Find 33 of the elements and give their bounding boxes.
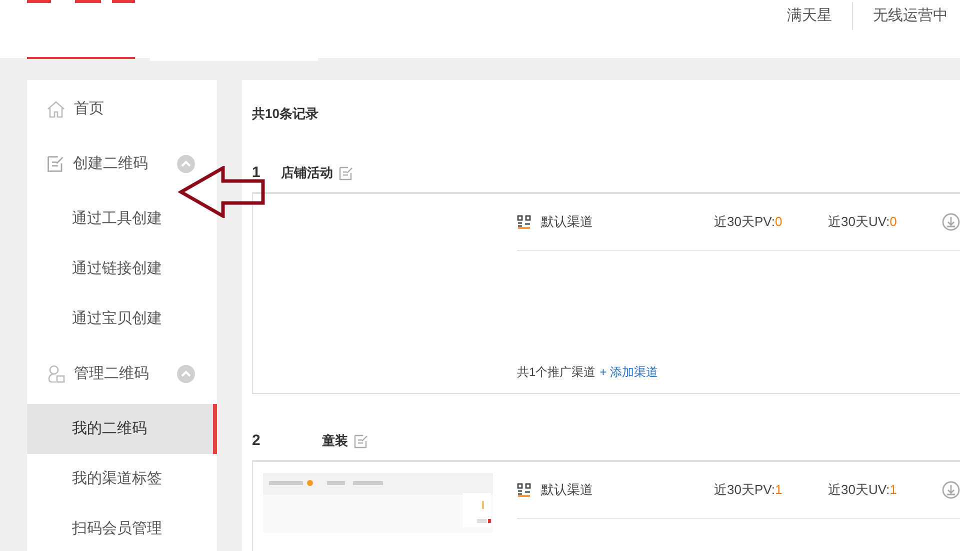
- submenu-item[interactable]: 通过工具创建: [27, 194, 217, 244]
- document-icon: [47, 155, 64, 173]
- user-icon: [47, 365, 65, 383]
- submenu-item[interactable]: 我的二维码: [27, 404, 217, 454]
- record-name: 店铺活动: [281, 164, 333, 182]
- channel-name: 默认渠道: [541, 213, 594, 232]
- record-count: 共10条记录: [252, 105, 320, 123]
- qr-code-icon: [517, 483, 531, 497]
- submenu-item[interactable]: 我的渠道标签: [27, 454, 217, 504]
- menu-group[interactable]: 管理二维码: [27, 344, 217, 404]
- nav-link[interactable]: 满天星: [787, 5, 832, 27]
- edit-icon: [339, 166, 353, 180]
- uv-stat: 近30天UV:0: [828, 213, 898, 232]
- home-icon: [47, 100, 65, 118]
- pv-stat: 近30天PV:0: [714, 213, 784, 232]
- home-nav-item[interactable]: 首页: [27, 84, 217, 134]
- download-icon[interactable]: [942, 213, 960, 231]
- download-icon[interactable]: [942, 481, 960, 499]
- edit-icon: [354, 434, 368, 448]
- menu-group[interactable]: 创建二维码: [27, 134, 217, 194]
- pv-stat: 近30天PV:1: [714, 481, 784, 500]
- submenu-item[interactable]: 通过宝贝创建: [27, 294, 217, 344]
- submenu-item[interactable]: 通过链接创建: [27, 244, 217, 294]
- record-name: 童装: [322, 432, 348, 450]
- qr-code-icon: [517, 215, 531, 229]
- nav-link[interactable]: 无线运营中: [873, 5, 948, 27]
- add-channel-link[interactable]: + 添加渠道: [600, 363, 658, 381]
- channel-summary: 共1个推广渠道: [517, 364, 596, 381]
- channel-name: 默认渠道: [541, 481, 594, 500]
- uv-stat: 近30天UV:1: [828, 481, 898, 500]
- submenu-item[interactable]: 扫码会员管理: [27, 504, 217, 551]
- record-number: 1: [252, 162, 262, 183]
- record-number: 2: [252, 430, 262, 451]
